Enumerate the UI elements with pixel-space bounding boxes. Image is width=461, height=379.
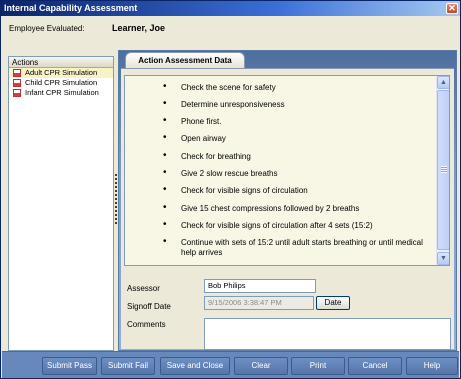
action-item-label: Infant CPR Simulation	[25, 88, 99, 97]
document-icon	[13, 79, 21, 87]
action-item-adult-cpr[interactable]: Adult CPR Simulation	[9, 68, 113, 78]
step-item: Check for visible signs of circulation a…	[125, 217, 436, 234]
clear-button[interactable]: Clear	[234, 357, 288, 375]
step-item: Open airway	[125, 131, 436, 148]
assessment-panel: Action Assessment Data Check the scene f…	[118, 50, 457, 351]
submit-pass-button[interactable]: Submit Pass	[42, 357, 97, 375]
help-button[interactable]: Help	[406, 357, 458, 375]
document-icon	[13, 69, 21, 77]
employee-label: Employee Evaluated:	[9, 24, 85, 33]
step-item: Continue with sets of 15:2 until adult s…	[125, 235, 436, 258]
step-item: Phone first.	[125, 114, 436, 131]
chevron-down-icon[interactable]: ▼	[437, 252, 449, 265]
vertical-scrollbar[interactable]: ▲ ▼	[436, 76, 449, 265]
splitter-handle[interactable]	[115, 174, 117, 226]
step-item: Check the scene for safety	[125, 79, 436, 96]
submit-fail-button[interactable]: Submit Fail	[101, 357, 155, 375]
scroll-thumb[interactable]	[437, 90, 449, 250]
employee-header: Employee Evaluated: Learner, Joe	[2, 16, 459, 44]
assessment-window: Internal Capability Assessment ✕ Employe…	[0, 0, 461, 379]
step-item: Check for visible signs of circulation	[125, 183, 436, 200]
comments-label: Comments	[127, 320, 166, 329]
actions-panel: Actions Adult CPR Simulation Child CPR S…	[8, 56, 114, 351]
action-item-label: Child CPR Simulation	[25, 78, 98, 87]
tab-action-assessment-data[interactable]: Action Assessment Data	[125, 52, 245, 68]
tab-content: Check the scene for safety Determine unr…	[121, 68, 454, 350]
window-title: Internal Capability Assessment	[4, 3, 138, 13]
date-button[interactable]: Date	[316, 296, 350, 310]
grip-icon	[441, 166, 447, 173]
action-item-label: Adult CPR Simulation	[25, 68, 98, 77]
step-item: Determine unresponsiveness	[125, 96, 436, 113]
save-and-close-button[interactable]: Save and Close	[160, 357, 230, 375]
document-icon	[13, 89, 21, 97]
assessor-field[interactable]: Bob Philips	[204, 279, 316, 293]
actions-header: Actions	[9, 57, 113, 68]
steps-list: Check the scene for safety Determine unr…	[125, 76, 436, 258]
button-bar: Submit Pass Submit Fail Save and Close C…	[2, 351, 459, 378]
cancel-button[interactable]: Cancel	[348, 357, 402, 375]
action-item-infant-cpr[interactable]: Infant CPR Simulation	[9, 88, 113, 98]
steps-list-box: Check the scene for safety Determine unr…	[124, 75, 450, 266]
print-button[interactable]: Print	[291, 357, 345, 375]
action-item-child-cpr[interactable]: Child CPR Simulation	[9, 78, 113, 88]
comments-field[interactable]	[204, 318, 451, 350]
assessor-label: Assessor	[127, 284, 160, 293]
employee-name: Learner, Joe	[112, 23, 166, 33]
step-item: Check for breathing	[125, 148, 436, 165]
close-icon[interactable]: ✕	[446, 3, 458, 14]
main-body: Actions Adult CPR Simulation Child CPR S…	[2, 44, 459, 351]
title-bar: Internal Capability Assessment ✕	[1, 1, 460, 16]
step-item: Give 2 slow rescue breaths	[125, 165, 436, 182]
chevron-up-icon[interactable]: ▲	[437, 76, 449, 89]
signoff-date-label: Signoff Date	[127, 302, 171, 311]
signoff-date-field: 9/15/2006 3:38:47 PM	[204, 296, 314, 310]
step-item: Give 15 chest compressions followed by 2…	[125, 200, 436, 217]
